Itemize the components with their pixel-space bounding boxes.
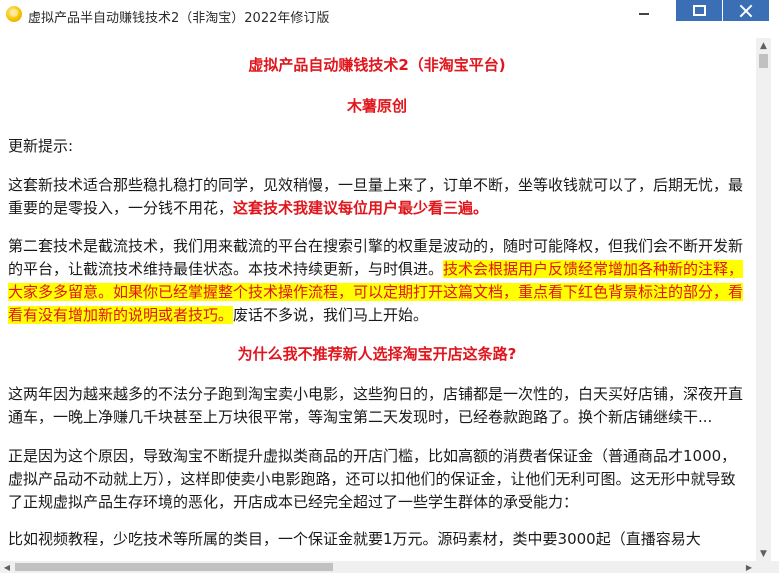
app-sun-icon[interactable] — [6, 6, 22, 22]
paragraph-examples-partial: 比如视频教程，少吃技术等所属的类目，一个保证金就要1万元。源码素材，类中要300… — [8, 530, 701, 548]
title-bar[interactable]: 虚拟产品半自动赚钱技术2（非淘宝）2022年修订版 — [0, 0, 779, 30]
document-body: 虚拟产品自动赚钱技术2（非淘宝平台) 木薯原创 更新提示: 这套新技术适合那些稳… — [0, 54, 754, 551]
minimize-button[interactable] — [621, 0, 667, 21]
scroll-up-arrow-icon[interactable]: ▲ — [756, 38, 771, 53]
document-author: 木薯原创 — [346, 97, 407, 115]
scrollbar-corner — [756, 561, 779, 573]
paragraph-deposit: 正是因为这个原因，导致淘宝不断提升虚拟类商品的开店门槛，比如高额的消费者保证金（… — [8, 447, 737, 511]
maximize-icon — [692, 5, 706, 16]
update-tip-label: 更新提示: — [8, 137, 74, 155]
horizontal-scrollbar[interactable]: ◀ ▶ — [0, 561, 756, 573]
scroll-left-arrow-icon[interactable]: ◀ — [0, 561, 14, 573]
paragraph-interception: 第二套技术是截流技术，我们用来截流的平台在搜索引擎的权重是波动的，随时可能降权，… — [8, 235, 746, 327]
minimize-icon — [639, 12, 649, 15]
vertical-scrollbar[interactable]: ▲ ▼ — [756, 38, 771, 561]
close-button[interactable] — [723, 0, 769, 21]
vertical-scroll-thumb[interactable] — [759, 54, 768, 68]
paragraph-interception-tail: 废话不多说，我们马上开始。 — [233, 306, 429, 324]
paragraph-taobao-movies: 这两年因为越来越多的不法分子跑到淘宝卖小电影，这些狗日的，店铺都是一次性的，白天… — [8, 385, 744, 426]
document-viewport[interactable]: 虚拟产品自动赚钱技术2（非淘宝平台) 木薯原创 更新提示: 这套新技术适合那些稳… — [0, 38, 754, 560]
horizontal-scroll-thumb[interactable] — [15, 563, 333, 571]
section-heading-why-not-taobao: 为什么我不推荐新人选择淘宝开店这条路? — [237, 345, 517, 363]
maximize-button[interactable] — [676, 0, 722, 21]
paragraph-intro: 这套新技术适合那些稳扎稳打的同学，见效稍慢，一旦量上来了，订单不断，坐等收钱就可… — [8, 174, 746, 220]
document-title: 虚拟产品自动赚钱技术2（非淘宝平台) — [248, 56, 506, 74]
window-right-edge — [771, 30, 779, 561]
scroll-right-arrow-icon[interactable]: ▶ — [742, 561, 756, 573]
close-icon — [739, 4, 753, 18]
window-title: 虚拟产品半自动赚钱技术2（非淘宝）2022年修订版 — [28, 11, 330, 26]
read-three-times-note: 这套技术我建议每位用户最少看三遍。 — [233, 199, 489, 217]
scroll-down-arrow-icon[interactable]: ▼ — [756, 546, 771, 561]
